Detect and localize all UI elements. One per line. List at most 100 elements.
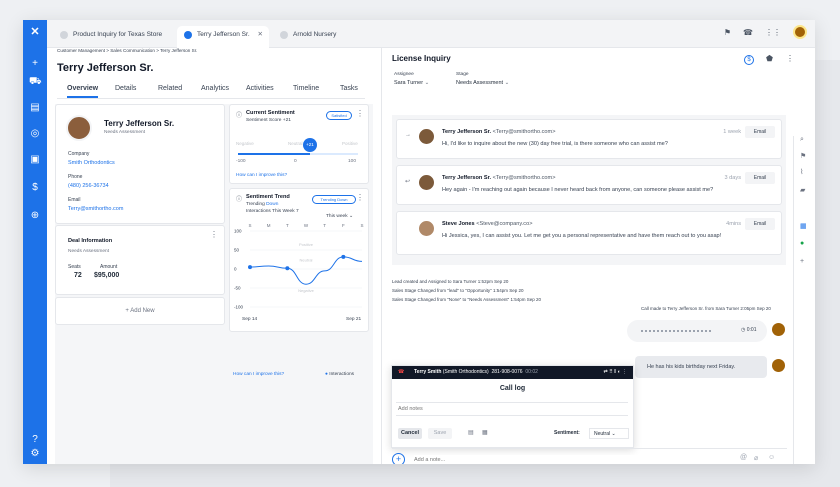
add-note-icon[interactable]: + [392, 453, 405, 464]
briefcase-icon[interactable]: ▣ [29, 154, 41, 166]
hangup-icon[interactable]: ☎ [398, 366, 404, 379]
message-body: Hey again - I'm reaching out again becau… [442, 187, 714, 193]
interactions-legend: ● Interactions [325, 372, 354, 377]
email-button[interactable]: Email [745, 172, 775, 184]
chevron-down-icon: ⌄ [424, 80, 430, 86]
activity-line: Sales Stage Changed from "None" to "Need… [392, 297, 541, 302]
cancel-button[interactable]: Cancel [398, 428, 422, 439]
message-item[interactable]: Steve Jones <Steve@company.co> Hi Jessic… [396, 211, 782, 255]
assignee-select[interactable]: Sara Turner ⌄ [394, 80, 429, 86]
y-tick-label: 100 [234, 229, 242, 234]
stage-select[interactable]: Needs Assessment ⌄ [456, 80, 509, 86]
message-body: Hi Jessica, yes, I can assist you. Let m… [442, 233, 722, 239]
call-log-title: Call log [499, 385, 526, 392]
table-icon[interactable]: ▦ [482, 429, 488, 436]
list-icon[interactable]: ▤ [468, 429, 474, 436]
band-label: Negative [298, 288, 315, 293]
neutral-label: Neutral [288, 141, 303, 146]
tab-analytics[interactable]: Analytics [201, 85, 229, 92]
mention-icon[interactable]: @ [740, 454, 747, 461]
sentiment-card: ⓘ Current Sentiment Sentiment Score +21 … [229, 104, 369, 184]
paperclip-icon[interactable]: ⌇ [800, 168, 803, 176]
dollar-icon[interactable]: $ [744, 55, 754, 65]
folder-icon[interactable]: ▰ [800, 186, 805, 194]
sentiment-select[interactable]: Neutral ⌄ [589, 428, 629, 439]
company-link[interactable]: Smith Orthodontics [68, 160, 115, 166]
satisfied-badge[interactable]: Satisfied [326, 111, 352, 120]
audio-time: ◷ 0:01 [741, 327, 757, 333]
add-new-button[interactable]: + Add New [55, 297, 225, 325]
emoji-icon[interactable]: ☺ [768, 454, 775, 461]
page-title: Terry Jefferson Sr. [57, 62, 154, 74]
chat-icon[interactable]: ● [800, 240, 804, 247]
user-avatar[interactable] [793, 25, 807, 39]
tag-icon[interactable]: ⬟ [766, 54, 773, 63]
globe-icon[interactable]: ⊕ [29, 210, 41, 222]
call-timer: 00:02 [525, 369, 538, 375]
improve-link[interactable]: How can I improve this? [236, 173, 287, 178]
tab-timeline[interactable]: Timeline [293, 85, 319, 92]
more-icon[interactable]: ⋮ [210, 230, 218, 239]
trend-point [248, 265, 252, 270]
help-icon[interactable]: ? [29, 434, 41, 446]
tab-label: Arnold Nursery [293, 31, 337, 38]
trend-title: Sentiment Trend [246, 194, 290, 200]
add-icon[interactable]: + [800, 258, 804, 265]
trend-improve-link[interactable]: How can I improve this? [233, 372, 284, 377]
tab-label: Terry Jefferson Sr. [197, 31, 250, 38]
waveform [641, 330, 711, 332]
tab-details[interactable]: Details [115, 85, 136, 92]
trend-card: ⓘ Sentiment Trend Trending Down Interact… [229, 188, 369, 332]
legend-label: Interactions [329, 372, 355, 377]
activity-line: Sales Stage Changed from "lead" to "Oppo… [392, 288, 524, 293]
tab-tasks[interactable]: Tasks [340, 85, 358, 92]
calendar-icon[interactable]: ▦ [800, 222, 807, 230]
sentiment-title: Current Sentiment [246, 110, 295, 116]
email-button[interactable]: Email [745, 218, 775, 230]
y-tick-label: -50 [234, 286, 241, 291]
flag-icon[interactable]: ⚑ [800, 152, 806, 160]
reply-icon: ↩ [405, 179, 411, 185]
info-icon: ⓘ [236, 197, 243, 203]
phone-icon[interactable]: ☎ [743, 28, 753, 37]
audio-time-value: 0:01 [746, 327, 757, 333]
document-icon[interactable]: ▤ [29, 102, 41, 114]
phone-link[interactable]: (480) 256-36734 [68, 183, 109, 189]
trending-badge[interactable]: Trending Down [312, 195, 356, 204]
attach-icon[interactable]: ⌀ [754, 454, 758, 462]
message-item[interactable]: ↩ Terry Jefferson Sr. <Terry@smithortho.… [396, 165, 782, 205]
more-icon[interactable]: ⋮ [786, 54, 794, 63]
tab-terry-jefferson[interactable]: Terry Jefferson Sr. ✕ [177, 26, 269, 48]
deal-title: Deal Information [68, 238, 113, 244]
tab-product-inquiry[interactable]: Product Inquiry for Texas Store [53, 26, 171, 48]
left-pane: Customer Management > Sales Communicatio… [47, 48, 382, 464]
message-item[interactable]: → Terry Jefferson Sr. <Terry@smithortho.… [396, 119, 782, 159]
tab-arnold-nursery[interactable]: Arnold Nursery [273, 26, 363, 48]
search-icon[interactable]: ⌕ [800, 136, 804, 144]
close-icon[interactable]: ✕ [258, 26, 263, 44]
tab-activities[interactable]: Activities [246, 85, 274, 92]
company-label: Company [68, 151, 90, 157]
call-controls[interactable]: ⇄ ⠿ ‖ ◐ ⋮ [604, 366, 628, 379]
more-icon[interactable]: ⋮ [356, 193, 364, 202]
add-icon[interactable]: + [29, 58, 41, 70]
call-notes-input[interactable] [396, 402, 628, 416]
tab-overview[interactable]: Overview [67, 85, 99, 98]
car-icon[interactable]: ⛟ [29, 76, 42, 88]
dollar-icon[interactable]: $ [29, 182, 41, 194]
audio-player[interactable]: ◷ 0:01 [627, 320, 767, 342]
save-button[interactable]: Save [428, 428, 452, 439]
apps-grid-icon[interactable]: ⋮⋮ [765, 28, 781, 37]
target-icon[interactable]: ◎ [29, 128, 41, 140]
more-icon[interactable]: ⋮ [356, 109, 364, 118]
email-link[interactable]: Terry@smithortho.com [68, 206, 123, 212]
settings-icon[interactable]: ⚙ [29, 448, 41, 460]
email-button[interactable]: Email [745, 126, 775, 138]
trend-point [285, 266, 290, 271]
call-log-dialog: ☎ Terry Smith (Smith Orthodontics) 281-9… [391, 365, 634, 448]
tab-related[interactable]: Related [158, 85, 182, 92]
flag-icon[interactable]: ⚑ [724, 28, 731, 37]
note-input[interactable] [414, 455, 724, 464]
breadcrumb[interactable]: Customer Management > Sales Communicatio… [57, 48, 197, 53]
logo-icon[interactable]: ✕ [29, 26, 41, 38]
